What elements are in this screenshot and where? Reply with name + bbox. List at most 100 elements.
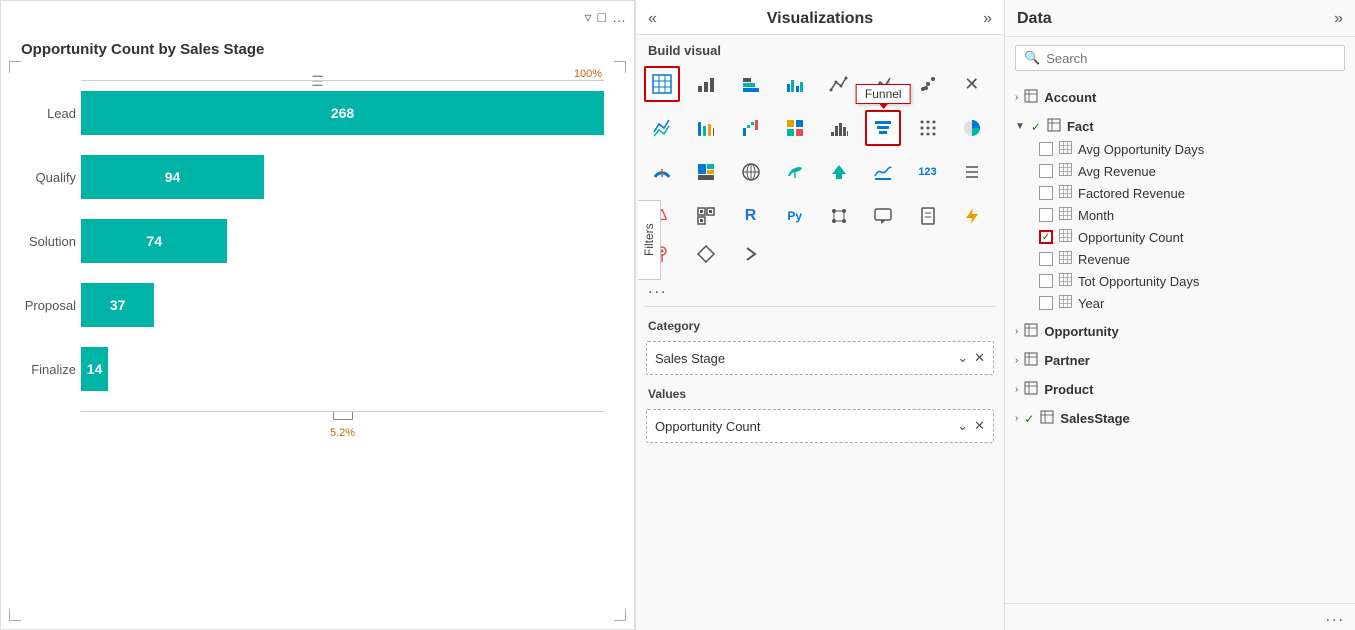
bar-fill: 268 (81, 91, 604, 135)
item-checkbox[interactable] (1039, 296, 1053, 310)
viz-icon-abc[interactable]: 123 (910, 154, 946, 190)
item-checkbox[interactable]: ✓ (1039, 230, 1053, 244)
viz-icon-pages[interactable] (910, 198, 946, 234)
bar-row-qualify: Qualify94 (81, 155, 604, 199)
expand-icon: › (1015, 326, 1018, 337)
expand-icon[interactable]: □ (598, 9, 606, 26)
viz-icon-connect-dots[interactable] (821, 198, 857, 234)
data-item[interactable]: Tot Opportunity Days (1015, 270, 1345, 292)
item-label: Tot Opportunity Days (1078, 274, 1199, 289)
data-search-box[interactable]: 🔍 (1015, 45, 1345, 71)
data-item[interactable]: Avg Revenue (1015, 160, 1345, 182)
viz-icon-list[interactable] (954, 154, 990, 190)
viz-icon-multiline[interactable] (644, 110, 680, 146)
viz-icon-funnel[interactable]: Funnel (865, 110, 901, 146)
expand-icon: › (1015, 355, 1018, 366)
viz-icon-table[interactable] (644, 66, 680, 102)
viz-icon-lightning[interactable] (954, 198, 990, 234)
viz-icon-diamond[interactable] (688, 236, 724, 272)
bar-label: Solution (11, 234, 76, 249)
bar-label: Lead (11, 106, 76, 121)
chart-bars: Lead268Qualify94Solution74Proposal37Fina… (81, 91, 604, 391)
data-group-salesstage: ›✓SalesStage (1005, 404, 1355, 433)
data-group-header[interactable]: ›Partner (1015, 349, 1345, 372)
corner-br (614, 609, 626, 621)
remove-field-icon[interactable]: ✕ (974, 350, 985, 366)
viz-icon-scatter[interactable] (910, 66, 946, 102)
viz-values-value: Opportunity Count (655, 419, 761, 434)
item-checkbox[interactable] (1039, 164, 1053, 178)
data-item[interactable]: Month (1015, 204, 1345, 226)
viz-icon-x[interactable]: ✕ (954, 66, 990, 102)
viz-icon-clustered-bar[interactable] (777, 66, 813, 102)
table-icon (1024, 352, 1038, 369)
data-group-header[interactable]: ›✓SalesStage (1015, 407, 1345, 430)
bar-track[interactable]: 94 (81, 155, 604, 199)
data-group-header[interactable]: ›Product (1015, 378, 1345, 401)
data-item[interactable]: Factored Revenue (1015, 182, 1345, 204)
chart-panel: ☰ ▿ □ … Opportunity Count by Sales Stage… (0, 0, 635, 630)
viz-icon-hist[interactable] (821, 110, 857, 146)
data-expand-right[interactable]: » (1334, 10, 1343, 28)
data-item[interactable]: Year (1015, 292, 1345, 314)
search-input[interactable] (1046, 51, 1336, 66)
group-name: Account (1044, 90, 1096, 105)
more-options-icon[interactable]: … (612, 9, 626, 26)
item-checkbox[interactable] (1039, 252, 1053, 266)
viz-icon-bar[interactable] (688, 66, 724, 102)
item-checkbox[interactable] (1039, 142, 1053, 156)
viz-expand-right[interactable]: » (983, 10, 992, 28)
viz-icon-ribbon[interactable] (688, 110, 724, 146)
viz-values-field[interactable]: Opportunity Count ⌄ ✕ (646, 409, 994, 443)
data-group-header[interactable]: ›Opportunity (1015, 320, 1345, 343)
values-remove-icon[interactable]: ✕ (974, 418, 985, 434)
viz-icon-treemap[interactable] (688, 154, 724, 190)
viz-more-dots[interactable]: ... (636, 276, 1004, 302)
viz-icon-map[interactable] (733, 154, 769, 190)
data-item[interactable]: Revenue (1015, 248, 1345, 270)
viz-category-field[interactable]: Sales Stage ⌄ ✕ (646, 341, 994, 375)
item-checkbox[interactable] (1039, 186, 1053, 200)
viz-icon-stacked-bar[interactable] (733, 66, 769, 102)
bar-row-finalize: Finalize14 (81, 347, 604, 391)
data-group-header[interactable]: ›Account (1015, 86, 1345, 109)
viz-icons-row4: Δ R Py (636, 194, 1004, 276)
values-chevron-icon[interactable]: ⌄ (957, 418, 968, 434)
viz-icon-pie[interactable] (954, 110, 990, 146)
viz-icon-chat[interactable] (865, 198, 901, 234)
chart-bottom-label: 5.2% (330, 427, 355, 439)
bar-track[interactable]: 14 (81, 347, 604, 391)
viz-icon-wave[interactable] (865, 154, 901, 190)
viz-icon-dots-pattern[interactable] (910, 110, 946, 146)
more-options-icon[interactable]: ... (1326, 608, 1345, 626)
viz-icon-bird[interactable] (777, 154, 813, 190)
item-checkbox[interactable] (1039, 208, 1053, 222)
viz-icon-py-letter[interactable]: Py (777, 198, 813, 234)
data-item[interactable]: Avg Opportunity Days (1015, 138, 1345, 160)
bar-track[interactable]: 268 (81, 91, 604, 135)
item-label: Avg Revenue (1078, 164, 1156, 179)
viz-icon-qr[interactable] (688, 198, 724, 234)
viz-build-label: Build visual (636, 35, 1004, 62)
table-icon (1024, 381, 1038, 398)
bar-track[interactable]: 37 (81, 283, 604, 327)
item-checkbox[interactable] (1039, 274, 1053, 288)
data-item[interactable]: ✓Opportunity Count (1015, 226, 1345, 248)
filter-icon[interactable]: ▿ (585, 9, 592, 26)
viz-icon-arrow-up[interactable] (821, 154, 857, 190)
viz-icon-waterfall[interactable] (733, 110, 769, 146)
viz-category-label: Category (636, 311, 1004, 337)
viz-icon-colorful[interactable] (777, 110, 813, 146)
data-group-header[interactable]: ▼✓Fact (1015, 115, 1345, 138)
bar-row-lead: Lead268 (81, 91, 604, 135)
data-group-product: ›Product (1005, 375, 1355, 404)
viz-icon-r-letter[interactable]: R (733, 198, 769, 234)
viz-icon-arrow-right[interactable] (733, 236, 769, 272)
filters-tab[interactable]: Filters (638, 200, 661, 280)
viz-icon-line[interactable] (821, 66, 857, 102)
viz-icon-gauge[interactable] (644, 154, 680, 190)
chevron-down-icon[interactable]: ⌄ (957, 350, 968, 366)
measure-icon (1059, 251, 1072, 267)
bar-track[interactable]: 74 (81, 219, 604, 263)
viz-expand-left[interactable]: « (648, 10, 657, 28)
